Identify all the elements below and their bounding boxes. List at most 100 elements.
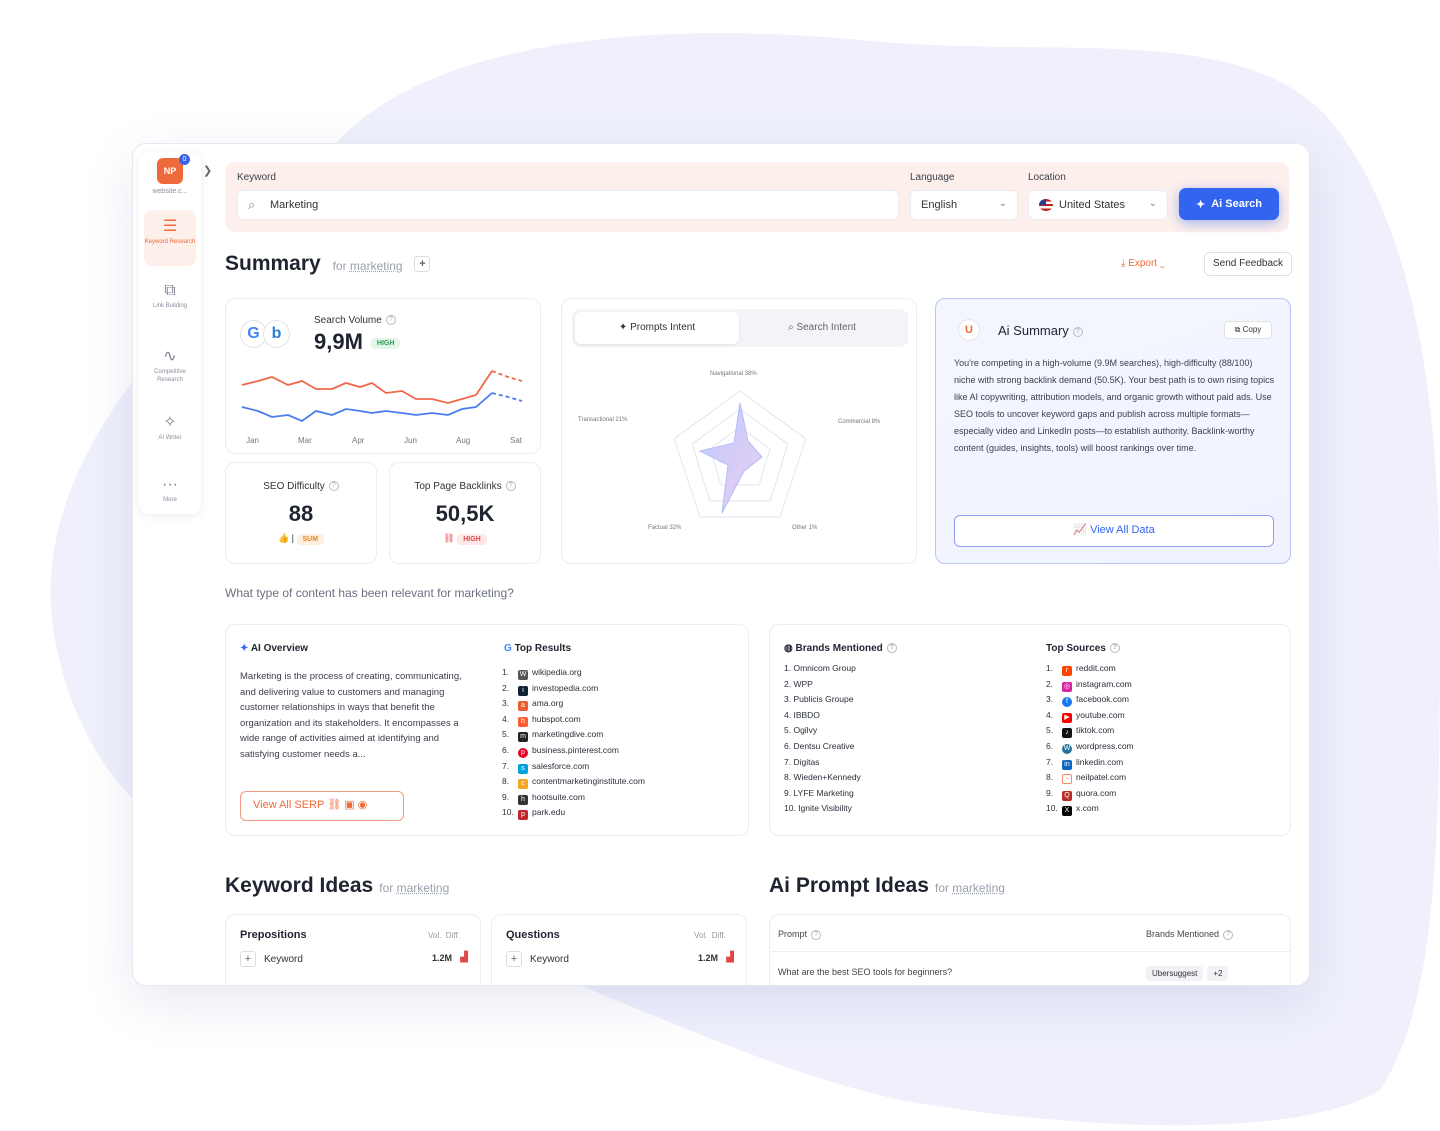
ai-overview-title: ✦ AI Overview xyxy=(240,643,308,654)
sidebar-item-label: Keyword Research xyxy=(144,239,196,245)
add-icon[interactable]: + xyxy=(414,256,431,273)
list-item[interactable]: 1. r reddit.com xyxy=(1046,661,1134,677)
list-item[interactable]: 9. h hootsuite.com xyxy=(502,790,645,806)
list-index: 5. xyxy=(502,729,510,740)
brands-title-text: Brands Mentioned xyxy=(795,643,883,654)
list-item[interactable]: 3. a ama.org xyxy=(502,696,645,712)
list-item[interactable]: 6. Wwordpress.com xyxy=(1046,739,1134,755)
copy-button[interactable]: ⧉ Copy xyxy=(1224,321,1272,339)
seo-difficulty-label: SEO Difficulty? xyxy=(226,481,376,492)
view-serp-label: View All SERP xyxy=(253,799,325,811)
list-item[interactable]: 6. p business.pinterest.com xyxy=(502,743,645,759)
list-item[interactable]: 3. f facebook.com xyxy=(1046,692,1134,708)
keyword-input[interactable]: ⌕ Marketing xyxy=(237,190,899,220)
list-item[interactable]: 10. p park.edu xyxy=(502,805,645,821)
sidebar-item-more[interactable]: ··· More xyxy=(144,468,196,524)
list-item[interactable]: 1. Wwikipedia.org xyxy=(502,665,645,681)
backlinks-badges: ⛓ HIGH xyxy=(390,533,540,545)
location-select[interactable]: United States ⌄ xyxy=(1028,190,1168,220)
list-item[interactable]: 4. h hubspot.com xyxy=(502,712,645,728)
list-item[interactable]: 9. Qquora.com xyxy=(1046,786,1134,802)
investopedia-icon: i xyxy=(518,685,528,696)
add-keyword-icon[interactable]: + xyxy=(506,951,522,967)
result-domain: contentmarketinginstitute.com xyxy=(532,776,645,787)
keyword-ideas-for: for marketing xyxy=(379,881,449,895)
prompt-ideas-for: for marketing xyxy=(935,881,1005,895)
prompt-ideas-term: marketing xyxy=(952,881,1005,895)
list-item: 9. LYFE Marketing xyxy=(784,786,861,802)
help-icon[interactable]: ? xyxy=(505,481,516,492)
help-icon[interactable]: ? xyxy=(385,315,396,326)
list-index: 10. xyxy=(502,807,514,818)
youtube-icon: ▶ xyxy=(1062,712,1072,723)
ama-icon: a xyxy=(518,701,528,712)
list-item[interactable]: 8. c contentmarketinginstitute.com xyxy=(502,774,645,790)
view-all-serp-button[interactable]: View All SERP ⛓ ▣ ◉ xyxy=(240,791,404,821)
list-item[interactable]: 8. ~ neilpatel.com xyxy=(1046,770,1134,786)
result-domain: ama.org xyxy=(532,698,564,709)
website-selector[interactable]: website.c... xyxy=(139,188,201,195)
list-item[interactable]: 2. ◎ instagram.com xyxy=(1046,677,1134,693)
list-index: 9. xyxy=(1046,787,1054,798)
sidebar-item-keyword-research[interactable]: ☰ Keyword Research xyxy=(144,210,196,266)
add-keyword-icon[interactable]: + xyxy=(240,951,256,967)
backlinks-label-text: Top Page Backlinks xyxy=(414,481,502,492)
list-item[interactable]: 10. Xx.com xyxy=(1046,801,1134,817)
search-volume-number: 9,9M xyxy=(314,329,363,354)
source-domain: youtube.com xyxy=(1076,709,1125,720)
sidebar-item-link-building[interactable]: ⧉ Link Building xyxy=(144,274,196,330)
sidebar-item-competitive-research[interactable]: ∿ Competitive Research xyxy=(144,340,196,396)
prompt-row-text[interactable]: What are the best SEO tools for beginner… xyxy=(778,967,952,977)
list-item[interactable]: 4. ▶ youtube.com xyxy=(1046,708,1134,724)
list-item[interactable]: 2. i investopedia.com xyxy=(502,681,645,697)
list-item: 1. Omnicom Group xyxy=(784,661,861,677)
help-icon[interactable]: ? xyxy=(1072,326,1083,337)
tab-search-intent[interactable]: ⌕ Search Intent xyxy=(740,312,904,344)
help-icon[interactable]: ? xyxy=(886,643,897,654)
copy-label: Copy xyxy=(1242,325,1262,334)
search-volume-chart: Jan Mar Apr Jun Aug Sat xyxy=(241,370,523,445)
help-icon[interactable]: ? xyxy=(328,481,339,492)
export-button[interactable]: ⤓ Export ⌄ xyxy=(1121,258,1165,269)
more-brands-tag[interactable]: +2 xyxy=(1207,966,1229,981)
keyword-row[interactable]: + Keyword 1.2M ▟ xyxy=(240,951,468,967)
list-item[interactable]: 5. ♪ tiktok.com xyxy=(1046,723,1134,739)
ai-writer-icon: ✧ xyxy=(163,414,177,431)
list-index: 3. xyxy=(502,698,510,709)
collapse-sidebar-icon[interactable]: ❯ xyxy=(203,164,212,177)
sidebar: NP 0 website.c... ☰ Keyword Research ⧉ L… xyxy=(139,152,201,514)
help-icon[interactable]: ? xyxy=(811,929,822,940)
view-all-data-button[interactable]: 📈 View All Data xyxy=(954,515,1274,547)
prompt-ideas-heading: Ai Prompt Ideas xyxy=(769,874,929,897)
tab-label: Prompts Intent xyxy=(630,322,696,333)
language-label: Language xyxy=(910,172,955,183)
prompt-ideas-table: Prompt? Brands Mentioned? What are the b… xyxy=(769,914,1291,985)
backlinks-badge: HIGH xyxy=(457,534,487,545)
wordpress-icon: W xyxy=(1062,743,1072,754)
brand-tag[interactable]: Ubersuggest xyxy=(1146,966,1204,981)
search-icon: ⌕ xyxy=(248,197,256,212)
search-volume-card: G b Search Volume? 9,9M HIGH Jan Mar Apr … xyxy=(225,298,541,454)
tab-prompts-intent[interactable]: ✦ Prompts Intent xyxy=(575,312,739,344)
list-item[interactable]: 5. m marketingdive.com xyxy=(502,727,645,743)
location-label: Location xyxy=(1028,172,1066,183)
tab-label: Search Intent xyxy=(796,322,856,333)
link-icon: ⛓ xyxy=(443,533,455,543)
sidebar-item-ai-writer[interactable]: ✧ AI Writer xyxy=(144,406,196,462)
column-headers: Vol. Diff. xyxy=(428,931,460,940)
help-icon[interactable]: ? xyxy=(1109,643,1120,654)
top-results-title-text: Top Results xyxy=(514,643,572,654)
keyword-row[interactable]: + Keyword 1.2M ▟ xyxy=(506,951,734,967)
ai-search-button[interactable]: ✦ Ai Search xyxy=(1179,188,1279,220)
seo-difficulty-card: SEO Difficulty? 88 👍 | SUM xyxy=(225,462,377,564)
sidebar-item-label: AI Writer xyxy=(158,435,182,441)
help-icon[interactable]: ? xyxy=(1223,929,1234,940)
send-feedback-button[interactable]: Send Feedback xyxy=(1204,252,1292,276)
language-select[interactable]: English ⌄ xyxy=(910,190,1018,220)
list-item[interactable]: 7. s salesforce.com xyxy=(502,759,645,775)
thumbs-icon: 👍 xyxy=(277,533,290,543)
link-icon: ⛓ xyxy=(327,799,342,811)
ai-summary-card: U Ai Summary? ⧉ Copy You're competing in… xyxy=(935,298,1291,564)
chevron-down-icon: ⌄ xyxy=(998,198,1007,209)
list-item[interactable]: 7. in linkedin.com xyxy=(1046,755,1134,771)
